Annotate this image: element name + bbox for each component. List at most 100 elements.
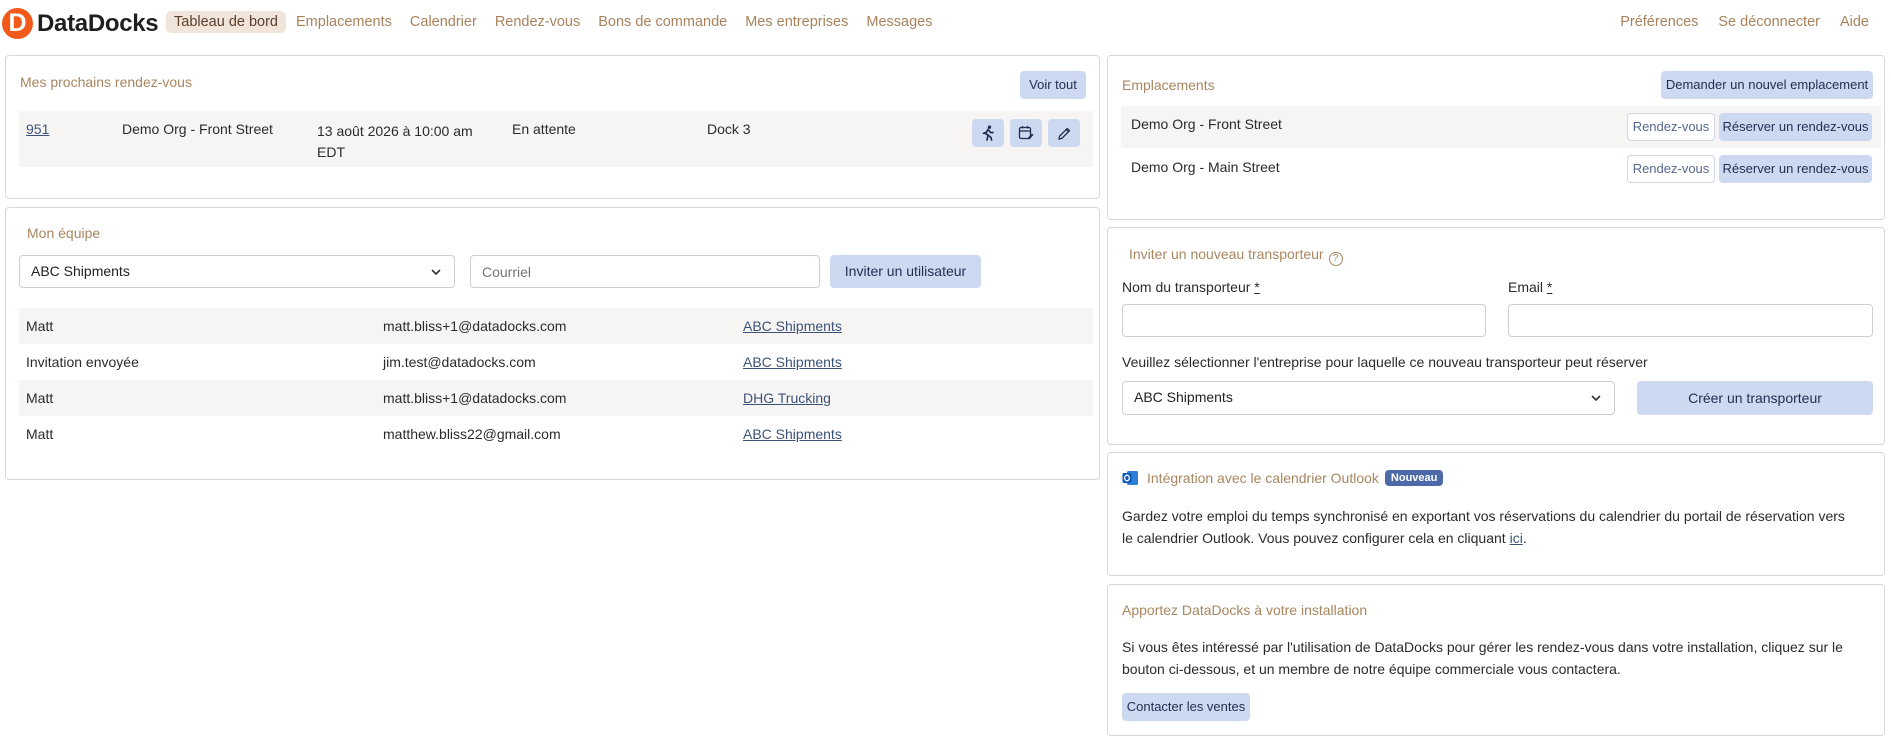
card-title: Mes prochains rendez-vous — [20, 74, 192, 90]
my-team-card: Mon équipe ABC Shipments Inviter un util… — [5, 207, 1100, 480]
card-title: Apportez DataDocks à votre installation — [1122, 602, 1368, 618]
team-row: Matt matt.bliss+1@datadocks.com ABC Ship… — [19, 308, 1093, 344]
main-nav: Tableau de bord Emplacements Calendrier … — [166, 11, 942, 33]
team-row: Invitation envoyée jim.test@datadocks.co… — [19, 344, 1093, 380]
outlook-integration-card: Intégration avec le calendrier Outlook N… — [1107, 452, 1885, 576]
team-member-email: matt.bliss+1@datadocks.com — [383, 390, 567, 406]
card-title: Emplacements — [1122, 77, 1215, 93]
contact-sales-card: Apportez DataDocks à votre installation … — [1107, 584, 1885, 736]
nav-preferences[interactable]: Préférences — [1612, 11, 1706, 33]
book-appointment-button[interactable]: Réserver un rendez-vous — [1719, 155, 1872, 183]
team-member-company-link[interactable]: DHG Trucking — [743, 390, 831, 406]
nav-locations[interactable]: Emplacements — [288, 11, 400, 33]
outlook-text-line1: Gardez votre emploi du temps synchronisé… — [1122, 508, 1845, 524]
team-member-email: matthew.bliss22@gmail.com — [383, 426, 561, 442]
appointment-dock: Dock 3 — [707, 121, 751, 137]
edit-button[interactable] — [1048, 119, 1080, 147]
sales-description: Si vous êtes intéressé par l'utilisation… — [1122, 636, 1843, 680]
pencil-icon — [1057, 127, 1070, 140]
team-member-name: Matt — [26, 426, 54, 442]
location-name: Demo Org - Main Street — [1131, 159, 1280, 175]
request-location-button[interactable]: Demander un nouvel emplacement — [1661, 71, 1873, 99]
appointment-date-line1: 13 août 2026 à 10:00 am — [317, 123, 473, 139]
reschedule-button[interactable] — [1010, 119, 1042, 147]
nav-appointments[interactable]: Rendez-vous — [487, 11, 588, 33]
carrier-email-label-text: Email — [1508, 279, 1544, 295]
required-mark: * — [1546, 279, 1553, 295]
invite-carrier-card: Inviter un nouveau transporteur? Nom du … — [1107, 227, 1885, 445]
outlook-text-line2: le calendrier Outlook. Vous pouvez confi… — [1122, 530, 1510, 546]
check-in-button[interactable] — [972, 119, 1004, 147]
view-all-button[interactable]: Voir tout — [1020, 71, 1086, 99]
location-row: Demo Org - Front Street Rendez-vous Rése… — [1121, 106, 1881, 148]
new-badge: Nouveau — [1384, 470, 1444, 486]
outlook-description: Gardez votre emploi du temps synchronisé… — [1122, 505, 1845, 549]
team-row: Matt matt.bliss+1@datadocks.com DHG Truc… — [19, 380, 1093, 416]
card-title: Mon équipe — [27, 225, 101, 241]
appointment-row: 951 Demo Org - Front Street 13 août 2026… — [19, 111, 1093, 167]
email-input[interactable] — [470, 255, 820, 288]
carrier-name-label: Nom du transporteur * — [1122, 279, 1260, 295]
nav-help[interactable]: Aide — [1832, 11, 1877, 33]
nav-my-companies[interactable]: Mes entreprises — [737, 11, 856, 33]
upcoming-appointments-card: Mes prochains rendez-vous Voir tout 951 … — [5, 55, 1100, 199]
team-member-company-link[interactable]: ABC Shipments — [743, 354, 842, 370]
card-title: Intégration avec le calendrier Outlook N… — [1122, 470, 1444, 486]
appointment-status: En attente — [512, 121, 576, 137]
team-member-company-link[interactable]: ABC Shipments — [743, 318, 842, 334]
logo-mark: D — [2, 8, 33, 39]
carrier-email-input[interactable] — [1508, 304, 1873, 337]
help-icon[interactable]: ? — [1328, 252, 1343, 266]
location-appointments-button[interactable]: Rendez-vous — [1627, 155, 1715, 183]
location-name: Demo Org - Front Street — [1131, 116, 1282, 132]
running-person-icon — [982, 125, 994, 141]
sales-text-line1: Si vous êtes intéressé par l'utilisation… — [1122, 639, 1843, 655]
carrier-name-label-text: Nom du transporteur — [1122, 279, 1251, 295]
appointment-date: 13 août 2026 à 10:00 am EDT — [317, 121, 473, 163]
team-member-name: Matt — [26, 390, 54, 406]
team-company-select[interactable]: ABC Shipments — [19, 255, 455, 288]
outlook-title: Intégration avec le calendrier Outlook — [1147, 470, 1379, 486]
outlook-icon — [1122, 471, 1138, 485]
team-member-name: Matt — [26, 318, 54, 334]
team-company-select-value: ABC Shipments — [31, 263, 130, 279]
book-appointment-button[interactable]: Réserver un rendez-vous — [1719, 113, 1872, 141]
chevron-down-icon — [431, 269, 441, 276]
appointment-date-line2: EDT — [317, 144, 345, 160]
sales-text-line2: bouton ci-dessous, et un membre de notre… — [1122, 661, 1621, 677]
calendar-edit-icon — [1018, 126, 1034, 140]
carrier-company-prompt: Veuillez sélectionner l'entreprise pour … — [1122, 354, 1648, 370]
nav-calendar[interactable]: Calendrier — [402, 11, 485, 33]
nav-dashboard[interactable]: Tableau de bord — [166, 11, 286, 33]
carrier-company-select[interactable]: ABC Shipments — [1122, 381, 1615, 415]
carrier-email-label: Email * — [1508, 279, 1552, 295]
nav-messages[interactable]: Messages — [858, 11, 940, 33]
team-member-email: jim.test@datadocks.com — [383, 354, 536, 370]
contact-sales-button[interactable]: Contacter les ventes — [1122, 693, 1250, 721]
nav-logout[interactable]: Se déconnecter — [1710, 11, 1828, 33]
chevron-down-icon — [1591, 395, 1601, 402]
logo[interactable]: D DataDocks — [2, 8, 159, 39]
carrier-company-select-value: ABC Shipments — [1134, 389, 1233, 405]
team-row: Matt matthew.bliss22@gmail.com ABC Shipm… — [19, 416, 1093, 452]
outlook-text-end: . — [1522, 530, 1527, 546]
nav-purchase-orders[interactable]: Bons de commande — [590, 11, 735, 33]
carrier-name-input[interactable] — [1122, 304, 1486, 337]
invite-user-button[interactable]: Inviter un utilisateur — [830, 255, 981, 288]
appointment-location: Demo Org - Front Street — [122, 121, 273, 137]
required-mark: * — [1254, 279, 1260, 295]
location-appointments-button[interactable]: Rendez-vous — [1627, 113, 1715, 141]
locations-card: Emplacements Demander un nouvel emplacem… — [1107, 55, 1885, 220]
team-member-name: Invitation envoyée — [26, 354, 139, 370]
top-nav: D DataDocks Tableau de bord Emplacements… — [0, 0, 1891, 46]
logo-text: DataDocks — [37, 9, 159, 37]
create-carrier-button[interactable]: Créer un transporteur — [1637, 381, 1873, 415]
location-row: Demo Org - Main Street Rendez-vous Réser… — [1121, 149, 1881, 191]
user-nav: Préférences Se déconnecter Aide — [1608, 11, 1877, 33]
invite-carrier-title: Inviter un nouveau transporteur — [1129, 246, 1324, 262]
outlook-config-link[interactable]: ici — [1510, 530, 1523, 546]
team-member-company-link[interactable]: ABC Shipments — [743, 426, 842, 442]
appointment-id-link[interactable]: 951 — [26, 121, 49, 137]
team-member-email: matt.bliss+1@datadocks.com — [383, 318, 567, 334]
card-title: Inviter un nouveau transporteur? — [1129, 246, 1343, 266]
